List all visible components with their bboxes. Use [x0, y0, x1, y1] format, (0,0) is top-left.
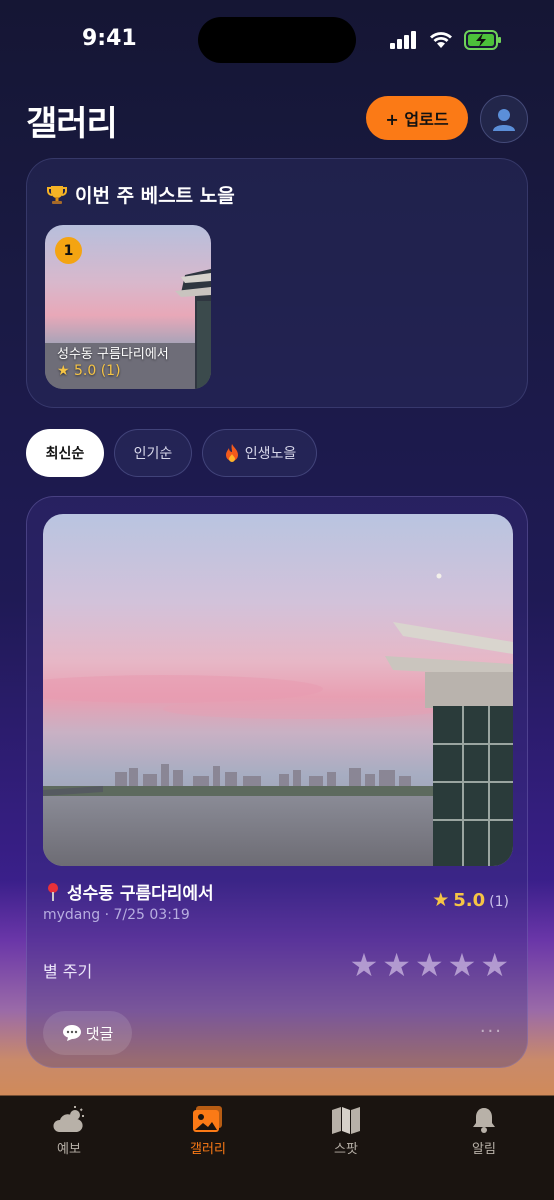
post-rating-score: 5.0: [453, 890, 486, 911]
weekly-best-title: 이번 주 베스트 노을: [45, 181, 235, 208]
rate-star-1-icon[interactable]: ★: [350, 949, 379, 981]
rate-star-3-icon[interactable]: ★: [415, 949, 444, 981]
best-photo-card[interactable]: 1 성수동 구름다리에서 ★ 5.0 (1): [45, 225, 211, 389]
comment-button[interactable]: 댓글: [43, 1011, 132, 1055]
rate-label: 별 주기: [43, 962, 93, 981]
weekly-best-card: 이번 주 베스트 노을 1 성수동 구름다리에서 ★ 5.0 (1): [26, 158, 528, 408]
speech-bubble-icon: [62, 1025, 81, 1041]
post-rating: ★ 5.0 (1): [432, 889, 509, 911]
status-time: 9:41: [82, 26, 137, 51]
dynamic-island: [198, 17, 356, 63]
rate-star-4-icon[interactable]: ★: [448, 949, 477, 981]
user-avatar-icon: [493, 109, 515, 131]
filter-popular[interactable]: 인기순: [114, 429, 192, 477]
rank-badge: 1: [55, 237, 82, 264]
comment-label: 댓글: [85, 1024, 114, 1043]
best-photo-rating: ★ 5.0 (1): [57, 363, 121, 379]
wifi-icon: [430, 32, 452, 48]
best-photo-location: 성수동 구름다리에서: [57, 347, 169, 362]
bell-icon: [473, 1108, 495, 1133]
rate-star-2-icon[interactable]: ★: [382, 949, 411, 981]
trophy-icon: [47, 185, 67, 204]
filter-best-sunset[interactable]: 인생노을: [202, 429, 317, 477]
battery-charging-icon: [464, 30, 501, 50]
signal-icon: [390, 31, 416, 49]
tab-bar: 예보 갤러리 스팟 알림: [0, 1096, 554, 1200]
tab-notifications[interactable]: 알림: [439, 1106, 529, 1157]
post-rating-count: (1): [489, 894, 509, 910]
post-card: 성수동 구름다리에서 mydang · 7/25 03:19 ★ 5.0 (1)…: [26, 496, 528, 1068]
tab-gallery[interactable]: 갤러리: [163, 1106, 253, 1157]
tab-notifications-label: 알림: [472, 1142, 496, 1157]
post-meta: mydang · 7/25 03:19: [43, 907, 190, 923]
tab-gallery-label: 갤러리: [190, 1142, 226, 1157]
tab-forecast-label: 예보: [57, 1142, 81, 1157]
tab-forecast[interactable]: 예보: [24, 1106, 114, 1157]
weather-icon: [53, 1106, 84, 1132]
fire-icon: [225, 444, 238, 462]
rate-stars: ★ ★ ★ ★ ★: [350, 949, 509, 981]
more-options-button[interactable]: ···: [480, 1021, 503, 1042]
rate-star-5-icon[interactable]: ★: [480, 949, 509, 981]
profile-button[interactable]: [480, 95, 528, 143]
post-location-label: 성수동 구름다리에서: [67, 884, 214, 904]
gallery-icon: [193, 1106, 222, 1132]
status-bar: 9:41: [0, 0, 554, 80]
filter-latest[interactable]: 최신순: [26, 429, 104, 477]
upload-button[interactable]: + 업로드: [366, 96, 468, 140]
sunset-river-photo: [43, 514, 513, 866]
page-title: 갤러리: [26, 104, 118, 144]
status-icons: [390, 30, 502, 50]
post-location: 성수동 구름다리에서: [45, 879, 214, 904]
filter-best-sunset-label: 인생노을: [244, 446, 297, 462]
map-icon: [332, 1107, 360, 1134]
post-photo[interactable]: [43, 514, 513, 866]
pin-icon: [48, 882, 58, 901]
weekly-best-label: 이번 주 베스트 노을: [75, 185, 235, 207]
tab-spot[interactable]: 스팟: [301, 1106, 391, 1157]
star-icon: ★: [432, 889, 450, 911]
tab-spot-label: 스팟: [334, 1142, 358, 1157]
